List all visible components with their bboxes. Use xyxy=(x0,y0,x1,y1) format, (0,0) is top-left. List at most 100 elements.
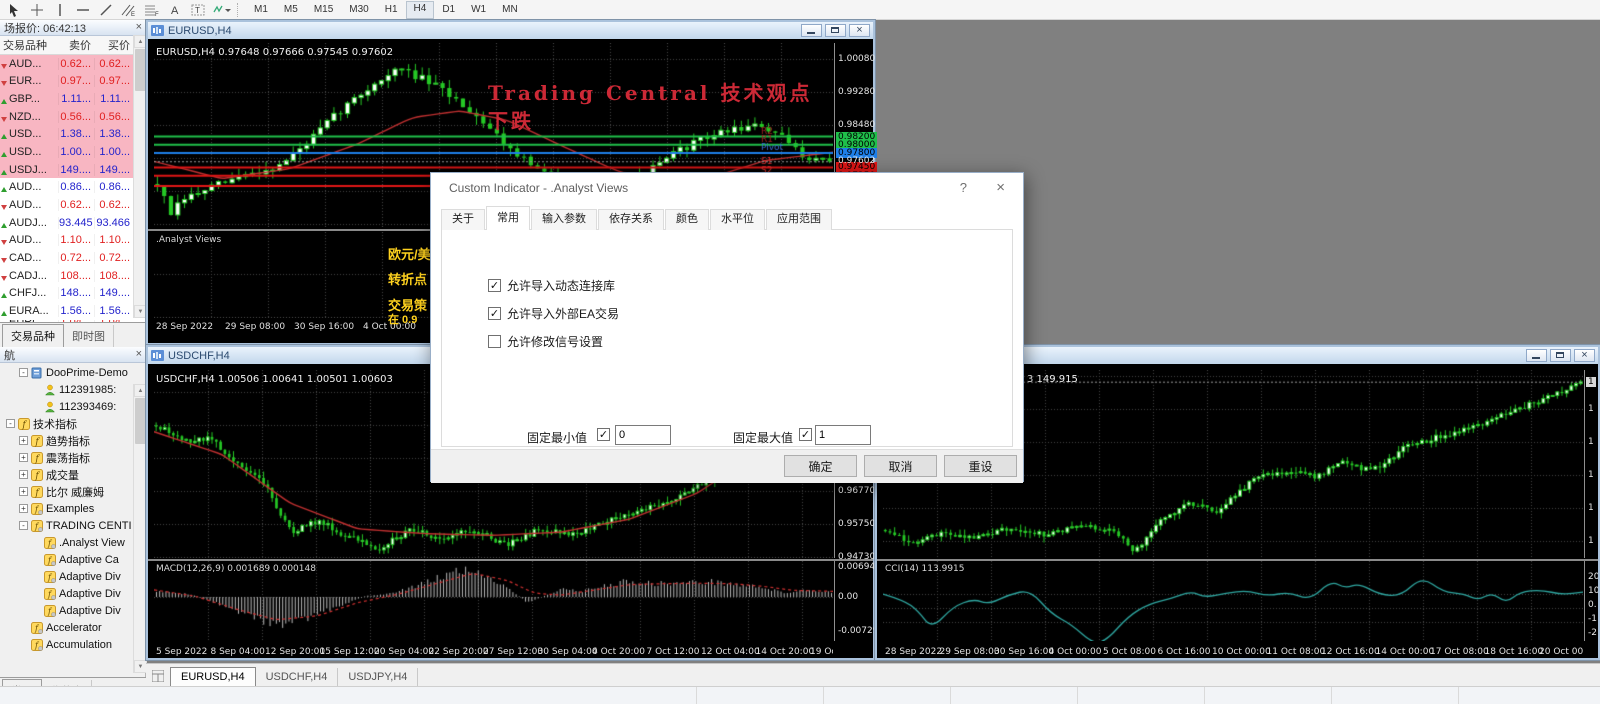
trendline-icon[interactable] xyxy=(94,1,117,19)
timeframe-M30[interactable]: M30 xyxy=(341,2,376,18)
close-icon[interactable]: × xyxy=(136,349,142,360)
window-list-icon[interactable] xyxy=(152,670,164,682)
tree-item-examples[interactable]: +fExamples xyxy=(0,500,133,517)
timeframe-H1[interactable]: H1 xyxy=(377,2,406,18)
dialog-tab-2[interactable]: 常用 xyxy=(486,206,530,230)
fixed-maximum-input[interactable] xyxy=(815,425,871,445)
cancel-button[interactable]: 取消 xyxy=(864,455,937,477)
market-watch-row[interactable]: AUDJ...93.44593.466 xyxy=(0,214,146,232)
collapse-icon[interactable]: - xyxy=(19,521,28,530)
market-watch-row[interactable]: CADJ...108....108.... xyxy=(0,267,146,285)
fixed-minimum-checkbox[interactable]: ✓ xyxy=(597,428,610,441)
cursor-icon[interactable] xyxy=(2,1,25,19)
eurusd-window-titlebar[interactable]: EURUSD,H4 xyxy=(148,22,873,39)
close-icon[interactable]: × xyxy=(136,22,142,33)
timeframe-W1[interactable]: W1 xyxy=(463,2,494,18)
chart-tab-usdchf-h4[interactable]: USDCHF,H4 xyxy=(256,668,339,686)
dialog-tab-3[interactable]: 输入参数 xyxy=(531,209,597,230)
timeframe-MN[interactable]: MN xyxy=(494,2,526,18)
collapse-icon[interactable]: - xyxy=(19,368,28,377)
dialog-tab-4[interactable]: 依存关系 xyxy=(598,209,664,230)
dialog-tab-5[interactable]: 颜色 xyxy=(665,209,709,230)
tree-item-[interactable]: +f趋势指标 xyxy=(0,432,133,449)
minimize-icon[interactable] xyxy=(1526,349,1547,362)
close-icon[interactable] xyxy=(1574,349,1595,362)
market-watch-row[interactable]: AUD...0.62...0.62... xyxy=(0,55,146,73)
market-watch-row[interactable]: AUD...0.62...0.62... xyxy=(0,196,146,214)
checkbox-checked-icon[interactable]: ✓ xyxy=(488,307,501,320)
dialog-tab-7[interactable]: 应用范围 xyxy=(766,209,832,230)
market-watch-row[interactable]: EUR...0.97...0.97... xyxy=(0,73,146,91)
ok-button[interactable]: 确定 xyxy=(784,455,857,477)
checkbox-unchecked-icon[interactable] xyxy=(488,335,501,348)
market-watch-row[interactable]: USD...1.00...1.00... xyxy=(0,143,146,161)
expand-icon[interactable]: + xyxy=(19,504,28,513)
dialog-tab-6[interactable]: 水平位 xyxy=(710,209,765,230)
timeframe-D1[interactable]: D1 xyxy=(434,2,463,18)
tree-item-dooprime-demo[interactable]: -DooPrime-Demo xyxy=(0,364,133,381)
tree-item-[interactable]: +f震荡指标 xyxy=(0,449,133,466)
crosshair-icon[interactable] xyxy=(25,1,48,19)
collapse-icon[interactable]: - xyxy=(6,419,15,428)
expand-icon[interactable]: + xyxy=(19,487,28,496)
tree-item-adaptive-div[interactable]: fAdaptive Div xyxy=(0,602,133,619)
close-icon[interactable] xyxy=(849,24,870,37)
fixed-minimum-input[interactable] xyxy=(615,425,671,445)
market-watch-row[interactable]: USD...1.38...1.38... xyxy=(0,126,146,144)
equidistant-channel-icon[interactable]: E xyxy=(117,1,140,19)
market-watch-row[interactable]: USDJ...149....149.... xyxy=(0,161,146,179)
maximize-icon[interactable] xyxy=(1550,349,1571,362)
tree-item-[interactable]: +f成交量 xyxy=(0,466,133,483)
column-header[interactable]: 交易品种 xyxy=(0,37,58,53)
horizontal-line-icon[interactable] xyxy=(71,1,94,19)
tree-item-112391985[interactable]: 112391985: xyxy=(0,381,133,398)
chart-tab-eurusd-h4[interactable]: EURUSD,H4 xyxy=(170,667,256,686)
arrows-icon[interactable] xyxy=(209,1,232,19)
tree-item-adaptive-ca[interactable]: fAdaptive Ca xyxy=(0,551,133,568)
market-watch-tab-1[interactable]: 交易品种 xyxy=(2,324,64,348)
expand-icon[interactable]: + xyxy=(19,436,28,445)
scroll-thumb[interactable] xyxy=(135,398,146,444)
tree-item-accelerator[interactable]: fAccelerator xyxy=(0,619,133,636)
fixed-maximum-checkbox[interactable]: ✓ xyxy=(799,428,812,441)
tree-item-analyst-view[interactable]: f.Analyst View xyxy=(0,534,133,551)
timeframe-H4[interactable]: H4 xyxy=(406,1,435,19)
tree-item-trading-centi[interactable]: -fTRADING CENTI xyxy=(0,517,133,534)
help-icon[interactable]: ? xyxy=(960,180,967,195)
market-watch-tab-2[interactable]: 即时图 xyxy=(64,325,114,348)
market-watch-row[interactable]: GBP...1.11...1.11... xyxy=(0,90,146,108)
close-icon[interactable]: × xyxy=(996,179,1005,196)
maximize-icon[interactable] xyxy=(825,24,846,37)
chart-tab-usdjpy-h4[interactable]: USDJPY,H4 xyxy=(338,668,418,686)
market-watch-row[interactable]: AUD...1.10...1.10... xyxy=(0,231,146,249)
column-header[interactable]: 买价 xyxy=(94,37,133,53)
fibonacci-icon[interactable]: F xyxy=(140,1,163,19)
scroll-thumb[interactable] xyxy=(135,49,146,91)
market-watch-row[interactable]: CAD...0.72...0.72... xyxy=(0,249,146,267)
vertical-line-icon[interactable] xyxy=(48,1,71,19)
navigator-scrollbar[interactable]: ▲▼ xyxy=(133,384,146,673)
text-icon[interactable]: A xyxy=(163,1,186,19)
tree-item-adaptive-div[interactable]: fAdaptive Div xyxy=(0,585,133,602)
dialog-titlebar[interactable]: Custom Indicator - .Analyst Views ? × xyxy=(431,173,1023,203)
column-header[interactable]: 卖价 xyxy=(58,37,94,53)
expand-icon[interactable]: + xyxy=(19,453,28,462)
checkbox-checked-icon[interactable]: ✓ xyxy=(488,279,501,292)
tree-item-112393469[interactable]: 112393469: xyxy=(0,398,133,415)
tree-item-[interactable]: -f技术指标 xyxy=(0,415,133,432)
text-label-icon[interactable]: T xyxy=(186,1,209,19)
tree-item-[interactable]: +f比尔 威廉姆 xyxy=(0,483,133,500)
dialog-tab-1[interactable]: 关于 xyxy=(441,209,485,230)
tree-item-adaptive-div[interactable]: fAdaptive Div xyxy=(0,568,133,585)
market-watch-row[interactable]: AUD...0.86...0.86... xyxy=(0,178,146,196)
tree-item-accumulation[interactable]: fAccumulation xyxy=(0,636,133,653)
reset-button[interactable]: 重设 xyxy=(944,455,1017,477)
timeframe-M15[interactable]: M15 xyxy=(306,2,341,18)
market-watch-row[interactable]: EURA...1.56...1.56... xyxy=(0,302,146,320)
market-watch-scrollbar[interactable]: ▲▼ xyxy=(133,35,146,318)
minimize-icon[interactable] xyxy=(801,24,822,37)
market-watch-row[interactable]: CHFJ...148....149.... xyxy=(0,284,146,302)
expand-icon[interactable]: + xyxy=(19,470,28,479)
timeframe-M5[interactable]: M5 xyxy=(276,2,306,18)
timeframe-M1[interactable]: M1 xyxy=(246,2,276,18)
